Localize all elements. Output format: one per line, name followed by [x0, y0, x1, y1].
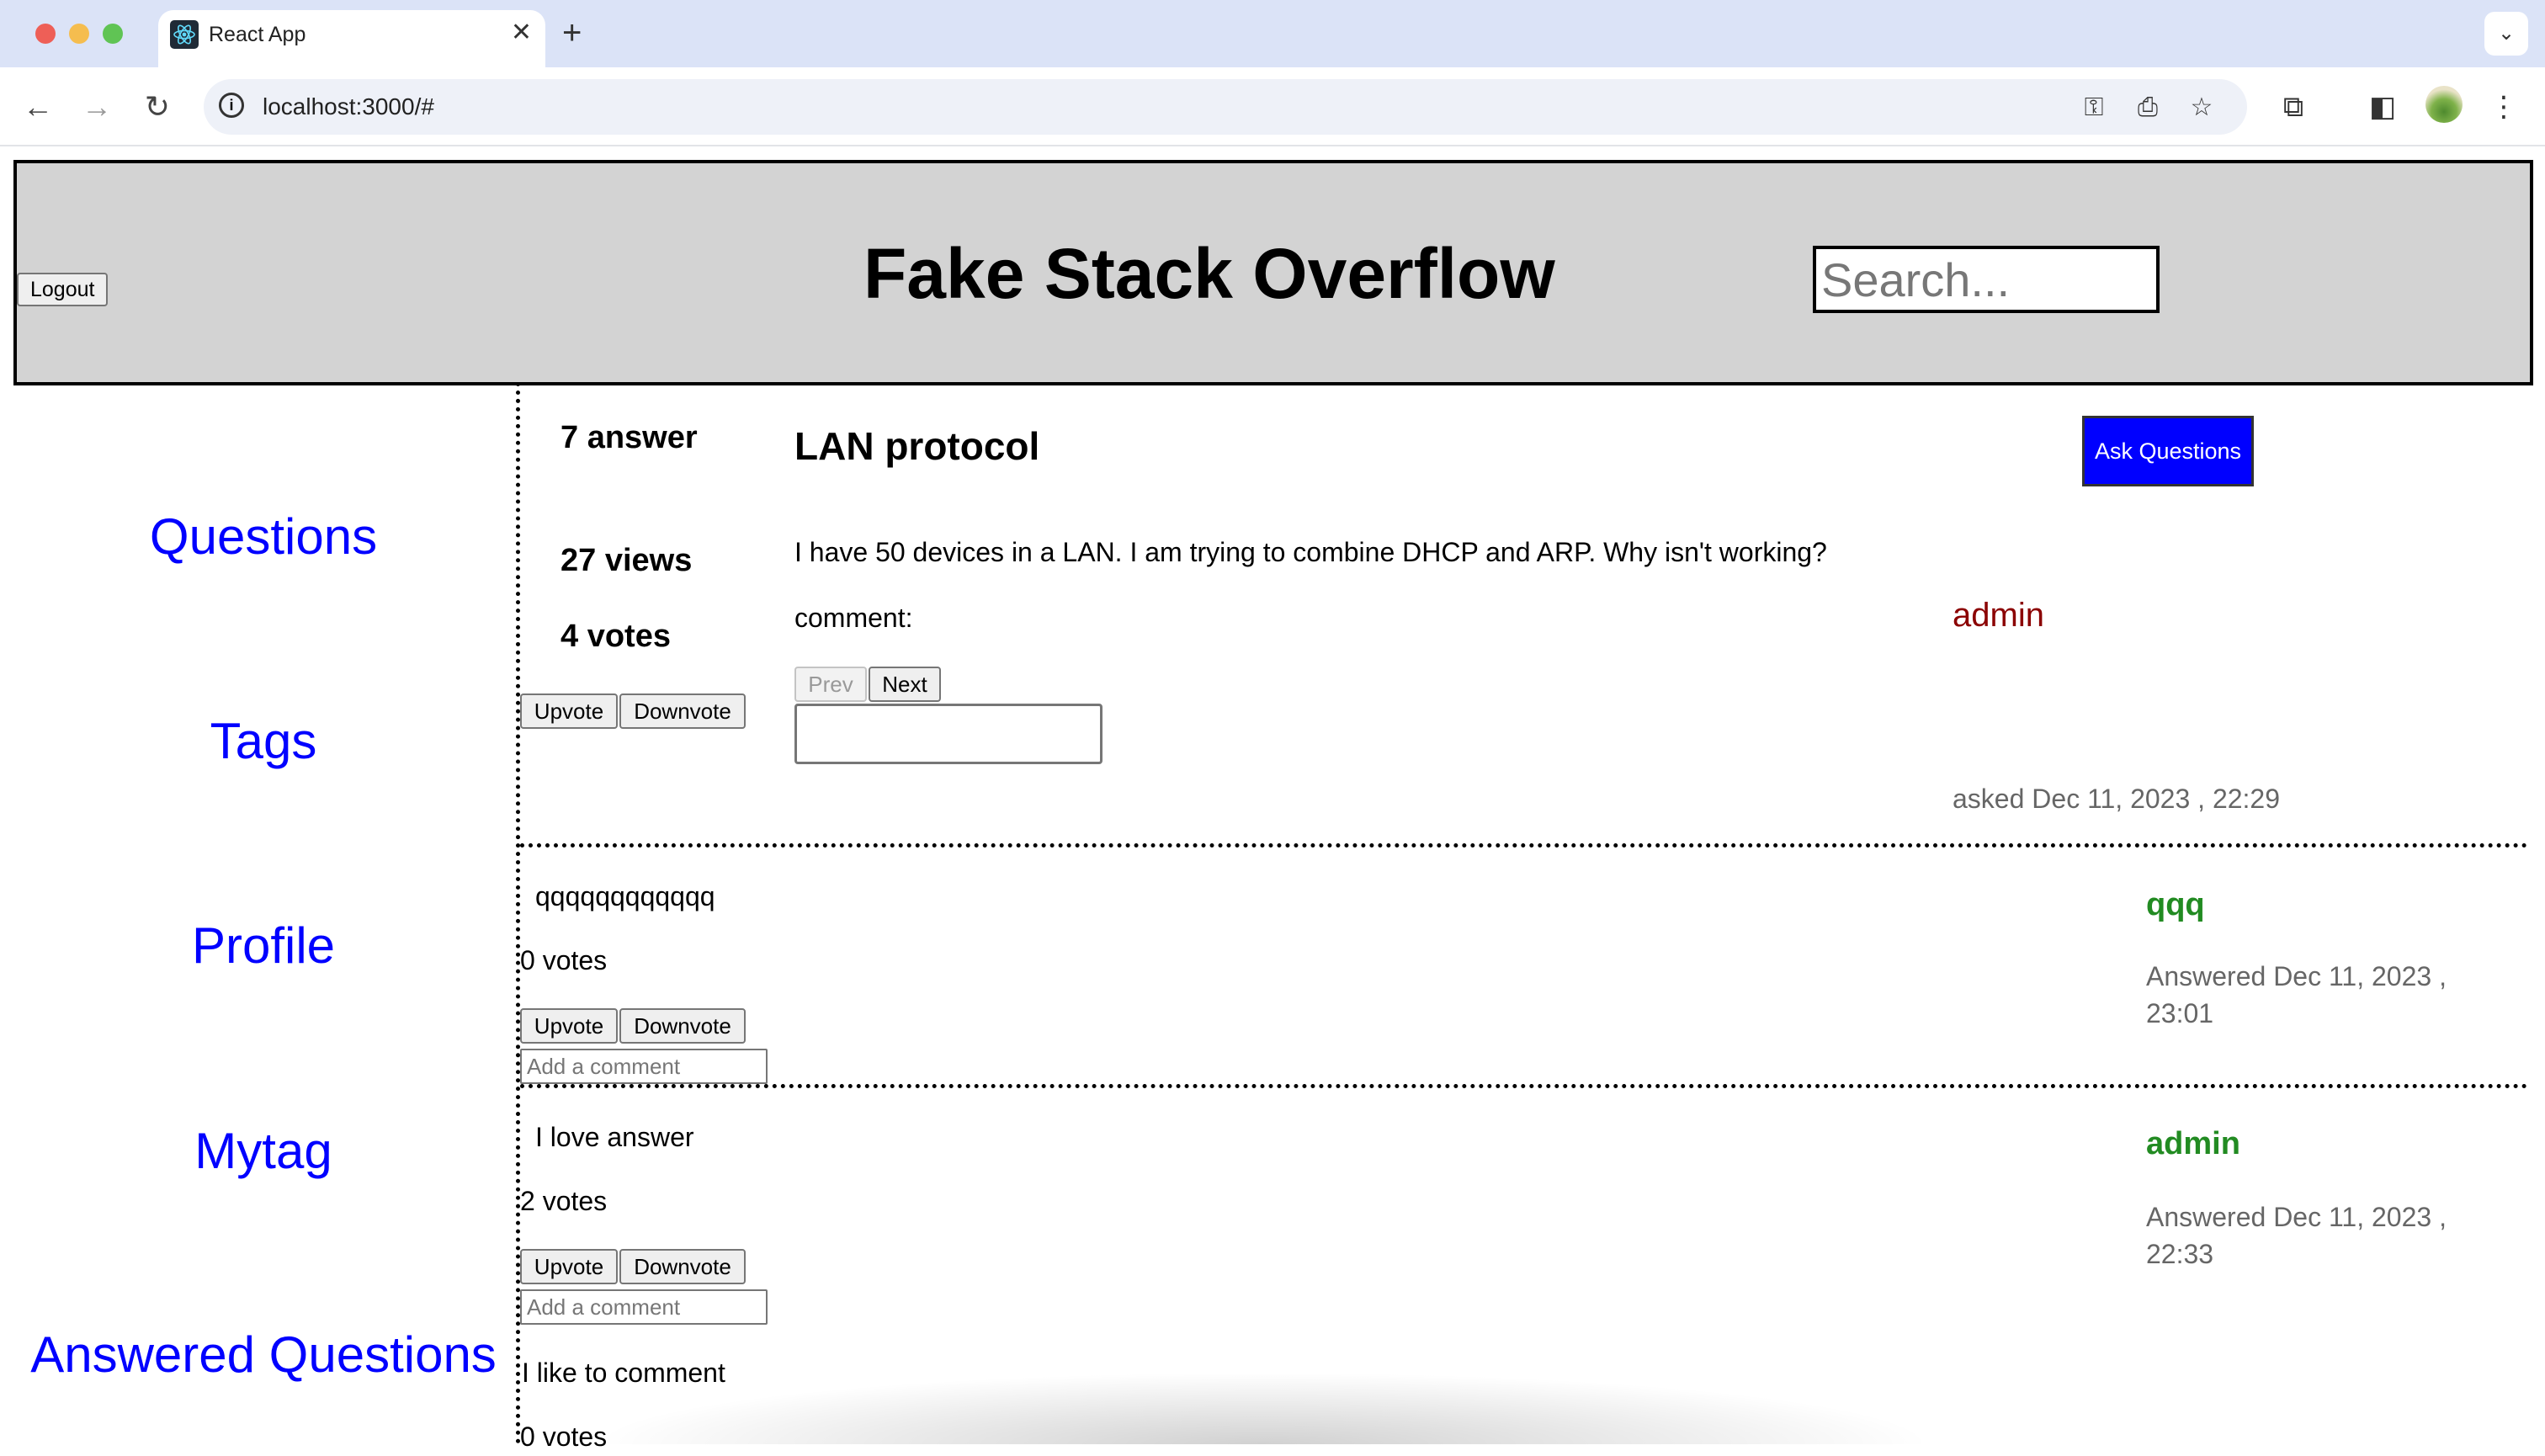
question-title: LAN protocol — [794, 424, 1040, 468]
answer-divider — [520, 843, 2528, 848]
new-tab-icon[interactable]: + — [562, 12, 582, 54]
address-bar[interactable]: i localhost:3000/# ⚿ ⎙ ☆ — [204, 79, 2247, 135]
browser-menu-icon[interactable]: ⋮ — [2483, 86, 2525, 128]
forward-arrow-icon[interactable]: → — [76, 86, 118, 128]
site-title: Fake Stack Overflow — [863, 234, 1555, 313]
answer-author[interactable]: admin — [2146, 1123, 2240, 1165]
scroll-shadow — [589, 1372, 1936, 1444]
minimize-window-button[interactable] — [69, 24, 89, 44]
extensions-puzzle-icon[interactable]: ⧉ — [2272, 86, 2314, 128]
profile-avatar[interactable] — [2425, 86, 2463, 123]
sidebar-divider — [516, 382, 520, 1444]
question-downvote-button[interactable]: Downvote — [619, 693, 746, 729]
answer-text: I love answer — [535, 1122, 694, 1152]
back-arrow-icon[interactable]: ← — [17, 86, 59, 128]
install-app-icon[interactable]: ⎙ — [2133, 93, 2163, 123]
maximize-window-button[interactable] — [103, 24, 123, 44]
sidebar-item-profile[interactable]: Profile — [0, 914, 527, 978]
sidebar-item-answered-questions[interactable]: Answered Questions — [0, 1323, 527, 1387]
site-info-icon[interactable]: i — [219, 93, 244, 118]
tab-close-icon[interactable]: ✕ — [511, 19, 532, 47]
tab-search-chevron-icon[interactable]: ⌄ — [2484, 12, 2528, 56]
answer-upvote-button[interactable]: Upvote — [520, 1008, 618, 1044]
search-input[interactable] — [1813, 246, 2160, 313]
react-icon — [170, 20, 199, 49]
answer-divider — [520, 1084, 2528, 1088]
answer-date-line: Answered Dec 11, 2023 , — [2146, 1202, 2447, 1232]
question-comment-input[interactable] — [794, 704, 1102, 764]
answer-text: qqqqqqqqqqqq — [535, 881, 715, 911]
answer-vote-count: 2 votes — [520, 1186, 608, 1216]
answer-upvote-button[interactable]: Upvote — [520, 1249, 618, 1284]
question-vote-count: 4 votes — [561, 619, 671, 654]
comment-label: comment: — [794, 603, 913, 633]
side-panel-icon[interactable]: ◧ — [2362, 86, 2404, 128]
view-count: 27 views — [561, 543, 693, 578]
url-text[interactable]: localhost:3000/# — [263, 93, 434, 121]
sidebar-item-mytag[interactable]: Mytag — [0, 1119, 527, 1183]
bookmark-star-icon[interactable]: ☆ — [2186, 93, 2217, 123]
question-upvote-button[interactable]: Upvote — [520, 693, 618, 729]
answer-downvote-button[interactable]: Downvote — [619, 1249, 746, 1284]
answer-comment-input[interactable] — [520, 1289, 768, 1325]
next-comments-button[interactable]: Next — [869, 667, 941, 702]
answer-vote-count: 0 votes — [520, 945, 608, 975]
ask-question-button[interactable]: Ask Questions — [2082, 416, 2254, 486]
answer-count: 7 answer — [561, 420, 698, 455]
logout-button[interactable]: Logout — [17, 273, 109, 306]
prev-comments-button[interactable]: Prev — [794, 667, 867, 702]
question-text: I have 50 devices in a LAN. I am trying … — [794, 537, 1827, 567]
reload-icon[interactable]: ↻ — [136, 86, 178, 128]
answer-date: Answered Dec 11, 2023 , 23:01 — [2146, 958, 2500, 1032]
answer-author[interactable]: qqq — [2146, 884, 2205, 926]
sidebar-item-tags[interactable]: Tags — [0, 709, 527, 773]
question-author[interactable]: admin — [1953, 592, 2044, 638]
close-window-button[interactable] — [35, 24, 56, 44]
answer-date: Answered Dec 11, 2023 , 22:33 — [2146, 1198, 2500, 1273]
browser-tab[interactable]: React App ✕ — [158, 10, 545, 67]
tab-title: React App — [209, 23, 306, 46]
answer-time-line: 23:01 — [2146, 998, 2214, 1028]
sidebar-item-questions[interactable]: Questions — [0, 505, 527, 569]
answer-date-line: Answered Dec 11, 2023 , — [2146, 961, 2447, 991]
answer-comment-input[interactable] — [520, 1049, 768, 1084]
browser-tabstrip: React App ✕ + ⌄ — [0, 0, 2545, 67]
question-date: asked Dec 11, 2023 , 22:29 — [1953, 784, 2281, 814]
answer-time-line: 22:33 — [2146, 1239, 2214, 1269]
answer-downvote-button[interactable]: Downvote — [619, 1008, 746, 1044]
browser-toolbar: ← → ↻ i localhost:3000/# ⚿ ⎙ ☆ ⧉ ◧ ⋮ — [0, 67, 2545, 146]
password-key-icon[interactable]: ⚿ — [2079, 93, 2109, 123]
